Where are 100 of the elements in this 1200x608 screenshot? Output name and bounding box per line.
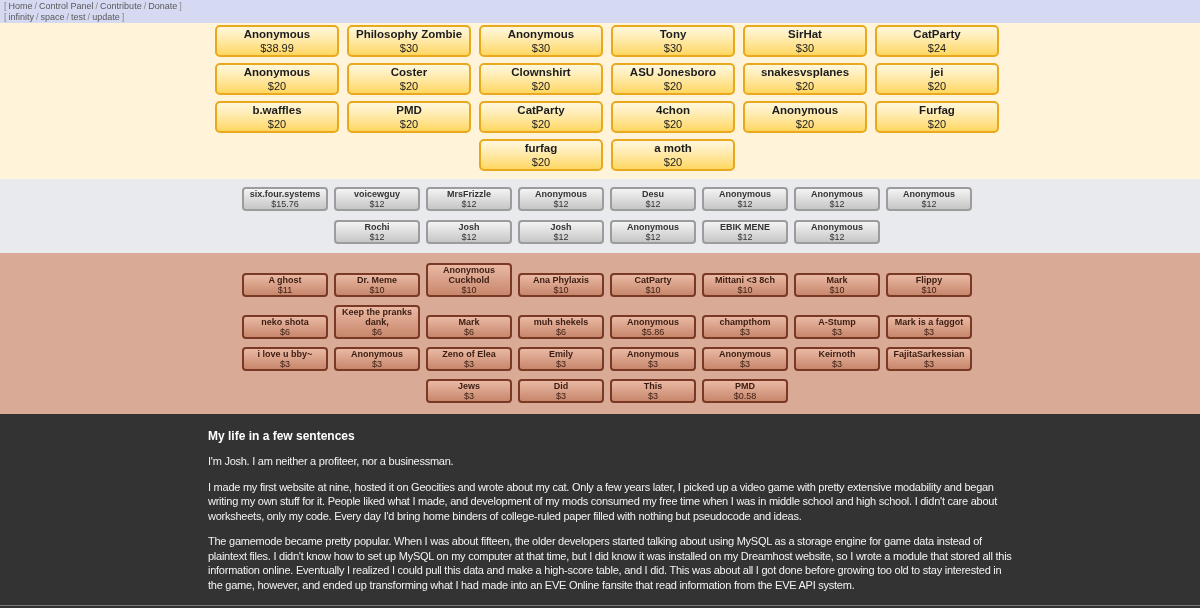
- donor-amount: $12: [737, 199, 753, 209]
- donor-amount: $12: [369, 232, 385, 242]
- donor-name: Anonymous: [243, 65, 311, 79]
- donor-name: Philosophy Zombie: [355, 27, 463, 41]
- donor-name: This: [643, 381, 663, 391]
- donor-name: Mittani <3 8ch: [715, 275, 775, 285]
- donor-amount: $3: [924, 327, 934, 337]
- nav-separator: /: [66, 11, 70, 22]
- donor-amount: $10: [553, 285, 569, 295]
- donor-name: FajitaSarkessian: [893, 349, 965, 359]
- donor-name: EBIK MENE: [720, 222, 770, 232]
- donor-amount: $3: [556, 359, 566, 369]
- donor-name: Coster: [390, 65, 428, 79]
- donor-name: neko shota: [261, 317, 309, 327]
- donor-name: Mark: [458, 317, 480, 327]
- donor-name: Mark is a faggot: [894, 317, 964, 327]
- donor-name: Anonymous: [719, 349, 771, 359]
- donor-amount: $3: [740, 327, 750, 337]
- donor-amount: $11: [277, 285, 293, 295]
- donor-name: PMD: [735, 381, 755, 391]
- donor-name: champthom: [719, 317, 771, 327]
- donor-amount: $12: [553, 232, 569, 242]
- nav-separator: /: [143, 1, 147, 12]
- donor-name: Anonymous: [627, 349, 679, 359]
- donor-amount: $10: [369, 285, 385, 295]
- about-paragraph: The gamemode became pretty popular. When I was about fifteen, the older developers started talking about using MySQL as a storage engine for game data instead of plaintext files. I didn't know how to set up MySQL on my computer at that time, but I did know it was installed on my Dreamhost website, so I wrote a module that stored all this information online. Eventually I realized I could pull this data and make a high-score table, and I did. This was about all I got done before growing too old to stay interested in the game, however, and ended up transforming what I had made into an EVE Online fansite that read information from the EVE API system.: [208, 534, 1013, 592]
- donor-name: Mark: [826, 275, 848, 285]
- about-paragraph: I'm Josh. I am neither a profiteer, nor a businessman.: [208, 454, 455, 469]
- donor-amount: $10: [921, 285, 937, 295]
- nav-bracket: ]: [179, 1, 182, 12]
- donor-amount: $6: [280, 327, 290, 337]
- donor-name: Furfag: [919, 103, 955, 117]
- donor-amount: $15.76: [271, 199, 299, 209]
- donor-name: Jews: [458, 381, 480, 391]
- donor-name: Keirnoth: [818, 349, 856, 359]
- about-paragraph: I made my first website at nine, hosted it on Geocities and wrote about my cat. Only a few years later, I picked up a video game with pretty extensive modability and began writing my own stuff for it. People liked what I made, and development of my mods consumed my free time when I was in middle school and high school. I didn't care about worksheets, only my code. Every day I'd bring home binders of college-ruled paper filled with nothing but pseudocode and ideas.: [208, 479, 999, 523]
- donor-amount: $3: [556, 391, 566, 401]
- donor-name: 4chon: [656, 103, 690, 117]
- donor-name: i love u bby~: [257, 349, 313, 359]
- donor-name: CatParty: [517, 103, 565, 117]
- donor-name: Anonymous: [351, 349, 403, 359]
- donor-name: muh shekels: [533, 317, 589, 327]
- donor-name: snakesvsplanes: [760, 65, 850, 79]
- donor-name: Ana Phylaxis: [533, 275, 589, 285]
- donor-name: Anonymous: [627, 222, 679, 232]
- donor-name: b.waffles: [252, 103, 302, 117]
- donor-amount: $20: [663, 79, 683, 93]
- nav-bracket: [: [4, 11, 7, 22]
- donor-amount: $12: [921, 199, 937, 209]
- donor-name: furfag: [524, 141, 558, 155]
- nav-separator: /: [36, 11, 39, 22]
- nav-link[interactable]: space: [40, 11, 65, 22]
- donor-name: Dr. Meme: [357, 275, 397, 285]
- donor-amount: $24: [927, 41, 947, 55]
- donor-amount: $3: [372, 359, 382, 369]
- donor-amount: $12: [829, 199, 845, 209]
- donor-amount: $12: [737, 232, 753, 242]
- nav-link[interactable]: Home: [8, 1, 33, 12]
- donor-name: Anonymous: [507, 27, 575, 41]
- nav-link[interactable]: infinity: [8, 11, 35, 22]
- donor-name: A ghost: [268, 275, 302, 285]
- nav-link[interactable]: Donate: [148, 1, 178, 12]
- donor-amount: $3: [924, 359, 934, 369]
- donor-amount: $20: [795, 117, 815, 131]
- nav-separator: /: [87, 11, 91, 22]
- donor-amount: $20: [927, 79, 947, 93]
- donor-name: a moth: [654, 141, 692, 155]
- donor-name: Clownshirt: [511, 65, 571, 79]
- donor-amount: $20: [531, 117, 551, 131]
- donor-amount: $12: [829, 232, 845, 242]
- donor-amount: $3: [280, 359, 290, 369]
- donor-amount: $30: [795, 41, 815, 55]
- donor-name: Tony: [659, 27, 687, 41]
- donor-amount: $12: [461, 232, 477, 242]
- donor-amount: $3: [740, 359, 750, 369]
- donor-name: Emily: [549, 349, 573, 359]
- donor-amount: $38.99: [260, 41, 294, 55]
- donor-name: Keep the pranks dank,: [341, 307, 413, 327]
- donor-amount: $0.58: [733, 391, 757, 401]
- donor-name: Anonymous: [243, 27, 311, 41]
- donor-amount: $20: [267, 117, 287, 131]
- donor-amount: $12: [645, 232, 661, 242]
- donor-name: Anonymous: [811, 222, 863, 232]
- nav-link[interactable]: Contribute: [100, 1, 142, 12]
- donor-name: CatParty: [634, 275, 672, 285]
- donor-name: Rochi: [364, 222, 390, 232]
- donor-amount: $12: [369, 199, 385, 209]
- nav-link[interactable]: test: [71, 11, 86, 22]
- nav-link[interactable]: Control Panel: [39, 1, 94, 12]
- donor-name: jei: [930, 65, 944, 79]
- donor-name: ASU Jonesboro: [629, 65, 717, 79]
- donor-amount: $3: [832, 359, 842, 369]
- donor-name: PMD: [396, 103, 422, 117]
- about-heading: My life in a few sentences: [208, 428, 355, 444]
- donor-name: A-Stump: [818, 317, 856, 327]
- donor-amount: $6: [464, 327, 474, 337]
- donor-amount: $10: [645, 285, 661, 295]
- nav-link[interactable]: update: [92, 11, 120, 22]
- donor-name: Anonymous: [771, 103, 839, 117]
- donor-amount: $10: [737, 285, 753, 295]
